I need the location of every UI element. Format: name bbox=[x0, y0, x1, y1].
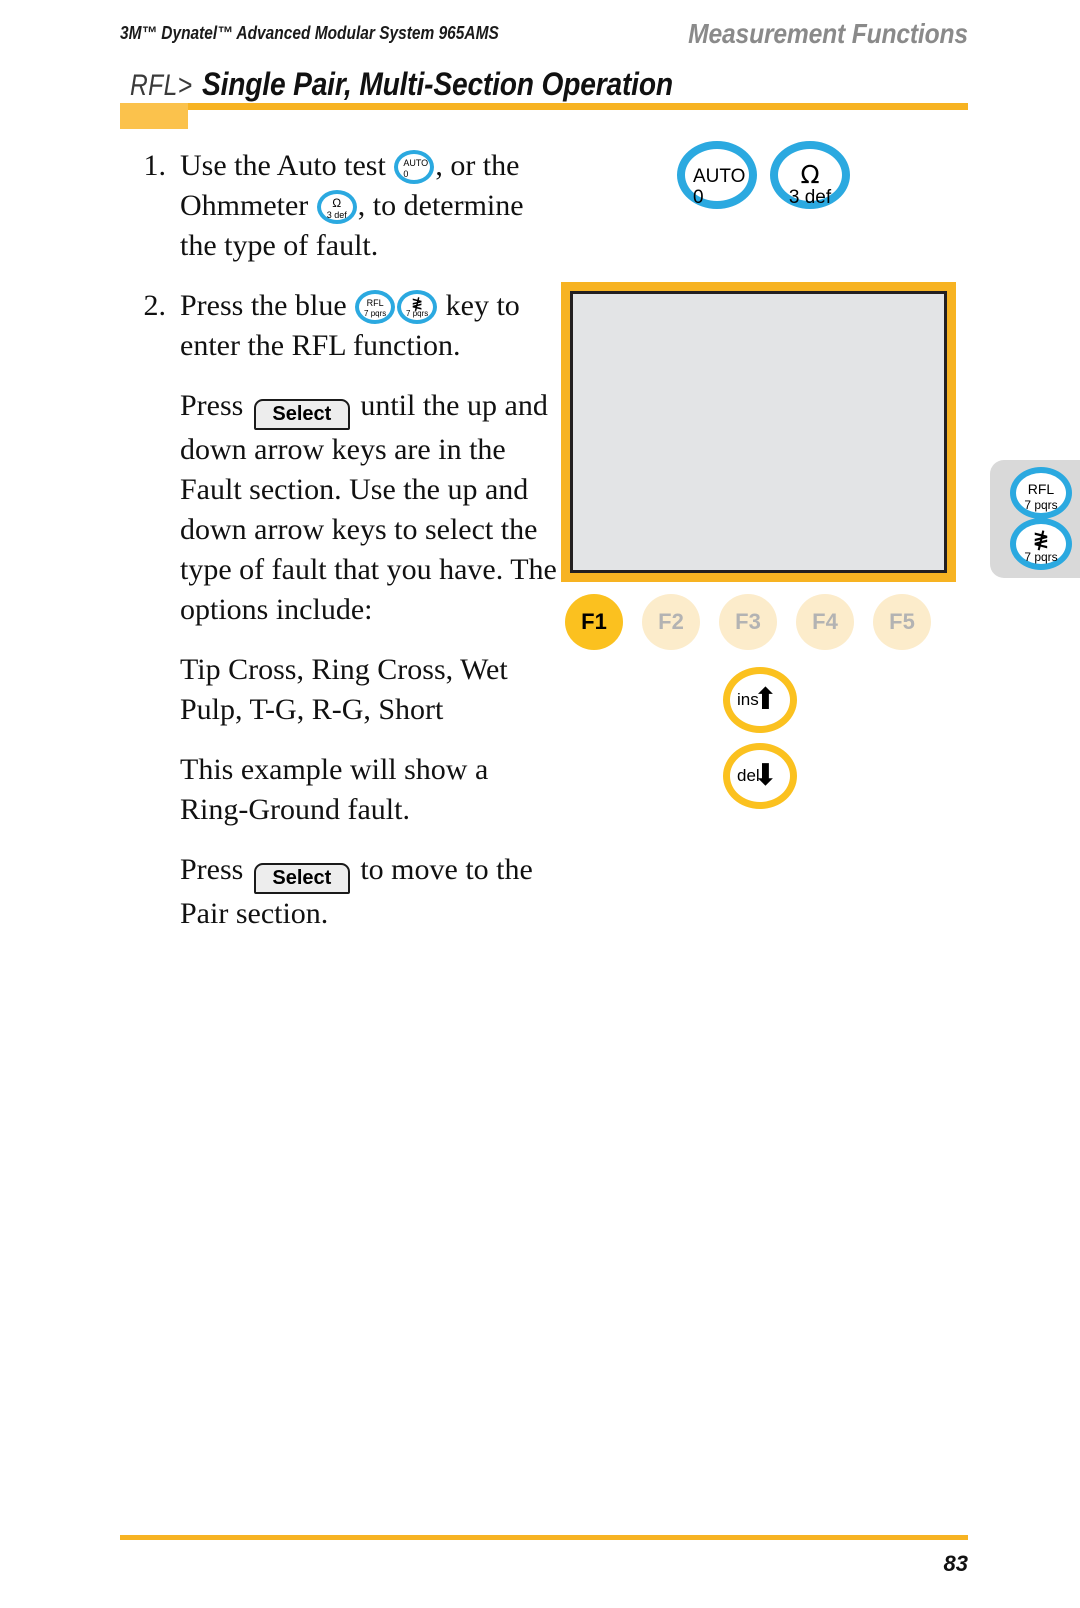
para1-text-before: Press bbox=[180, 389, 251, 422]
step-2-text-before: Press the blue bbox=[180, 289, 355, 322]
device-fkey-f1[interactable]: F1 bbox=[565, 594, 623, 650]
device-down-arrow-key[interactable]: del ⬇ bbox=[723, 743, 797, 809]
rfl-key-label-top: RFL bbox=[366, 298, 384, 308]
device-up-arrow-key[interactable]: ins ⬆ bbox=[723, 667, 797, 733]
rfl-key-icon[interactable]: RFL 7 pqrs bbox=[355, 290, 396, 324]
paragraph-fault-options: Tip Cross, Ring Cross, Wet Pulp, T-G, R-… bbox=[180, 653, 508, 726]
device-side-keypad-tab: RFL 7 pqrs ≹ 7 pqrs bbox=[990, 460, 1080, 578]
page-number: 83 bbox=[943, 1551, 968, 1576]
title-gold-block bbox=[120, 103, 188, 129]
up-arrow-icon: ⬆ bbox=[752, 682, 778, 717]
auto-key-icon[interactable]: AUTO 0 bbox=[394, 150, 435, 184]
page-header: 3M™ Dynatel™ Advanced Modular System 965… bbox=[120, 18, 968, 52]
device-auto-key[interactable]: AUTO 0 bbox=[677, 141, 757, 209]
para1-text-after: until the up and down arrow keys are in … bbox=[180, 389, 557, 626]
step-1-text-before: Use the Auto test bbox=[180, 149, 394, 182]
device-lcd-screen[interactable] bbox=[570, 291, 947, 573]
ohm-key-label-bottom: 3 def bbox=[326, 210, 347, 220]
footer-gold-rule bbox=[120, 1535, 968, 1540]
ohmmeter-key-icon[interactable]: Ω 3 def bbox=[316, 190, 357, 224]
header-product-name: 3M™ Dynatel™ Advanced Modular System 965… bbox=[120, 23, 499, 43]
select-button-1[interactable]: Select bbox=[253, 399, 350, 430]
rfl-bolt-key-label-bottom: 7 pqrs bbox=[406, 309, 429, 318]
page-title: RFL> Single Pair, Multi-Section Operation bbox=[130, 66, 737, 103]
device-lightning-bolt-icon: ≹ bbox=[1032, 527, 1050, 551]
page-title-prefix: RFL> bbox=[130, 69, 193, 102]
instructions-column: 1. Use the Auto test AUTO 0 , or the Ohmm… bbox=[128, 146, 558, 954]
device-illustration: AUTO 0 Ω 3 def F1 F2 F3 F4 F5 ins ⬆ del … bbox=[555, 130, 1080, 830]
rfl-bolt-key-icon[interactable]: ≹ 7 pqrs bbox=[397, 290, 438, 324]
device-rfl-bolt-key[interactable]: ≹ 7 pqrs bbox=[1010, 518, 1072, 570]
para4-text-before: Press bbox=[180, 853, 251, 886]
down-arrow-icon: ⬇ bbox=[752, 758, 778, 793]
step-2: 2. Press the blue RFL 7 pqrs ≹ 7 pqrs key… bbox=[128, 286, 558, 366]
device-rfl-key[interactable]: RFL 7 pqrs bbox=[1010, 467, 1072, 519]
device-ohm-key-label-top: Ω bbox=[800, 160, 820, 189]
step-1: 1. Use the Auto test AUTO 0 , or the Ohmm… bbox=[128, 146, 558, 266]
device-fkey-f2[interactable]: F2 bbox=[642, 594, 700, 650]
auto-key-label-top: AUTO bbox=[403, 158, 429, 168]
select-button-2[interactable]: Select bbox=[253, 863, 350, 894]
device-fkey-f4[interactable]: F4 bbox=[796, 594, 854, 650]
device-ohm-key-label-bottom: 3 def bbox=[788, 187, 832, 208]
title-gold-rule bbox=[120, 103, 968, 110]
device-fkey-f3[interactable]: F3 bbox=[719, 594, 777, 650]
device-rfl-bolt-key-label-bottom: 7 pqrs bbox=[1024, 550, 1058, 564]
device-auto-key-label-top: AUTO bbox=[693, 166, 746, 187]
header-section-title: Measurement Functions bbox=[688, 18, 968, 49]
paragraph-select-fault: Press Select until the up and down arrow… bbox=[128, 386, 558, 630]
paragraph-example-note: This example will show a Ring-Ground fau… bbox=[180, 753, 489, 826]
device-rfl-key-label-bottom: 7 pqrs bbox=[1024, 498, 1058, 512]
device-lcd-bezel bbox=[561, 282, 956, 582]
step-1-number: 1. bbox=[143, 149, 167, 182]
step-2-number: 2. bbox=[143, 289, 167, 322]
device-rfl-key-label-top: RFL bbox=[1027, 481, 1055, 497]
rfl-key-label-bottom: 7 pqrs bbox=[364, 309, 387, 318]
device-function-key-row: F1 F2 F3 F4 F5 bbox=[565, 594, 965, 652]
paragraph-move-to-pair: Press Select to move to the Pair section… bbox=[128, 850, 558, 934]
device-ohmmeter-key[interactable]: Ω 3 def bbox=[770, 141, 850, 209]
device-fkey-f5[interactable]: F5 bbox=[873, 594, 931, 650]
auto-key-label-bottom: 0 bbox=[403, 169, 409, 179]
device-auto-key-label-bottom: 0 bbox=[693, 187, 704, 208]
ohm-key-label-top: Ω bbox=[332, 196, 342, 210]
page-title-main: Single Pair, Multi-Section Operation bbox=[202, 66, 674, 102]
